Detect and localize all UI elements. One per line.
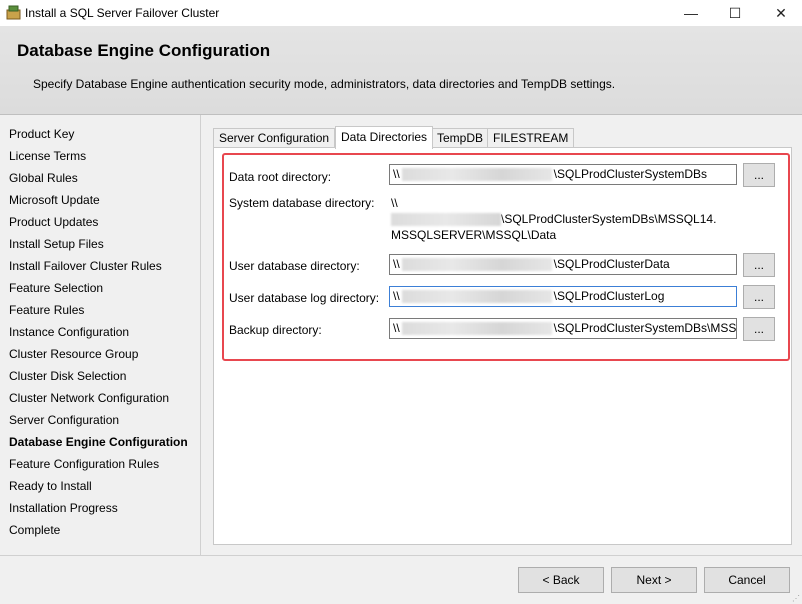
- nav-item-install-setup-files[interactable]: Install Setup Files: [9, 237, 104, 251]
- user-log-browse-button[interactable]: ...: [743, 285, 775, 309]
- next-button[interactable]: Next >: [611, 567, 697, 593]
- nav-item-feature-configuration-rules[interactable]: Feature Configuration Rules: [9, 457, 159, 471]
- nav-item-instance-configuration[interactable]: Instance Configuration: [9, 325, 129, 339]
- path-suffix: \SQLProdClusterSystemDBs: [553, 167, 708, 181]
- redacted-text: [401, 258, 552, 272]
- nav-item-license-terms[interactable]: License Terms: [9, 149, 86, 163]
- redacted-text: [391, 213, 501, 227]
- path-prefix: \\: [393, 289, 400, 303]
- nav-item-complete[interactable]: Complete: [9, 523, 60, 537]
- user-db-input[interactable]: \\ \SQLProdClusterData: [389, 254, 737, 275]
- path-suffix: \SQLProdClusterData: [553, 257, 670, 271]
- redacted-text: [401, 168, 552, 182]
- nav-item-feature-selection[interactable]: Feature Selection: [9, 281, 103, 295]
- nav-item-global-rules[interactable]: Global Rules: [9, 171, 78, 185]
- user-db-browse-button[interactable]: ...: [743, 253, 775, 277]
- nav-item-cluster-resource-group[interactable]: Cluster Resource Group: [9, 347, 138, 361]
- system-db-line1: \\: [391, 196, 398, 210]
- user-db-label: User database directory:: [229, 259, 360, 273]
- setup-box-icon: [6, 5, 21, 20]
- tab-server-configuration[interactable]: Server Configuration: [213, 128, 336, 148]
- system-db-label: System database directory:: [229, 196, 375, 210]
- wizard-steps-nav: Product Key License Terms Global Rules M…: [0, 115, 200, 555]
- nav-item-product-key[interactable]: Product Key: [9, 127, 74, 141]
- backup-browse-button[interactable]: ...: [743, 317, 775, 341]
- minimize-button[interactable]: —: [676, 3, 706, 23]
- window-title: Install a SQL Server Failover Cluster: [25, 6, 220, 20]
- system-db-line3: MSSQLSERVER\MSSQL\Data: [391, 228, 557, 242]
- user-log-input[interactable]: \\ \SQLProdClusterLog: [389, 286, 737, 307]
- data-root-browse-button[interactable]: ...: [743, 163, 775, 187]
- data-root-label: Data root directory:: [229, 170, 332, 184]
- nav-item-database-engine-configuration[interactable]: Database Engine Configuration: [9, 435, 188, 449]
- nav-item-feature-rules[interactable]: Feature Rules: [9, 303, 84, 317]
- path-prefix: \\: [393, 257, 400, 271]
- tab-tempdb[interactable]: TempDB: [431, 128, 490, 148]
- close-button[interactable]: ✕: [766, 3, 796, 23]
- footer-divider: [0, 555, 802, 556]
- nav-item-server-configuration[interactable]: Server Configuration: [9, 413, 119, 427]
- user-log-label: User database log directory:: [229, 291, 380, 305]
- nav-item-cluster-disk-selection[interactable]: Cluster Disk Selection: [9, 369, 126, 383]
- path-suffix: \SQLProdClusterLog: [553, 289, 665, 303]
- nav-item-ready-to-install[interactable]: Ready to Install: [9, 479, 92, 493]
- header-banner: [0, 26, 802, 114]
- nav-item-microsoft-update[interactable]: Microsoft Update: [9, 193, 100, 207]
- redacted-text: [401, 290, 552, 304]
- backup-label: Backup directory:: [229, 323, 322, 337]
- path-prefix: \\: [393, 167, 400, 181]
- cancel-button[interactable]: Cancel: [704, 567, 790, 593]
- path-suffix: \SQLProdClusterSystemDBs\MSSQ: [553, 321, 737, 335]
- maximize-button[interactable]: ☐: [720, 3, 750, 23]
- path-prefix: \\: [393, 321, 400, 335]
- tab-data-directories[interactable]: Data Directories: [335, 126, 434, 149]
- system-db-line2-suffix: \SQLProdClusterSystemDBs\MSSQL14.: [501, 212, 717, 226]
- backup-input[interactable]: \\ \SQLProdClusterSystemDBs\MSSQ: [389, 318, 737, 339]
- title-bar: Install a SQL Server Failover Cluster — …: [0, 0, 802, 26]
- nav-item-cluster-network-configuration[interactable]: Cluster Network Configuration: [9, 391, 169, 405]
- page-title: Database Engine Configuration: [17, 41, 271, 60]
- system-db-line2: \SQLProdClusterSystemDBs\MSSQL14.: [391, 211, 736, 227]
- resize-grip-icon[interactable]: ⋰: [792, 594, 800, 603]
- page-description: Specify Database Engine authentication s…: [33, 77, 616, 91]
- nav-item-install-failover-cluster-rules[interactable]: Install Failover Cluster Rules: [9, 259, 162, 273]
- back-button[interactable]: < Back: [518, 567, 604, 593]
- redacted-text: [401, 322, 552, 336]
- nav-item-installation-progress[interactable]: Installation Progress: [9, 501, 118, 515]
- data-root-input[interactable]: \\ \SQLProdClusterSystemDBs: [389, 164, 737, 185]
- nav-divider: [200, 115, 201, 555]
- system-db-value: \\ \SQLProdClusterSystemDBs\MSSQL14. MSS…: [391, 195, 736, 243]
- nav-item-product-updates[interactable]: Product Updates: [9, 215, 98, 229]
- tab-filestream[interactable]: FILESTREAM: [487, 128, 575, 148]
